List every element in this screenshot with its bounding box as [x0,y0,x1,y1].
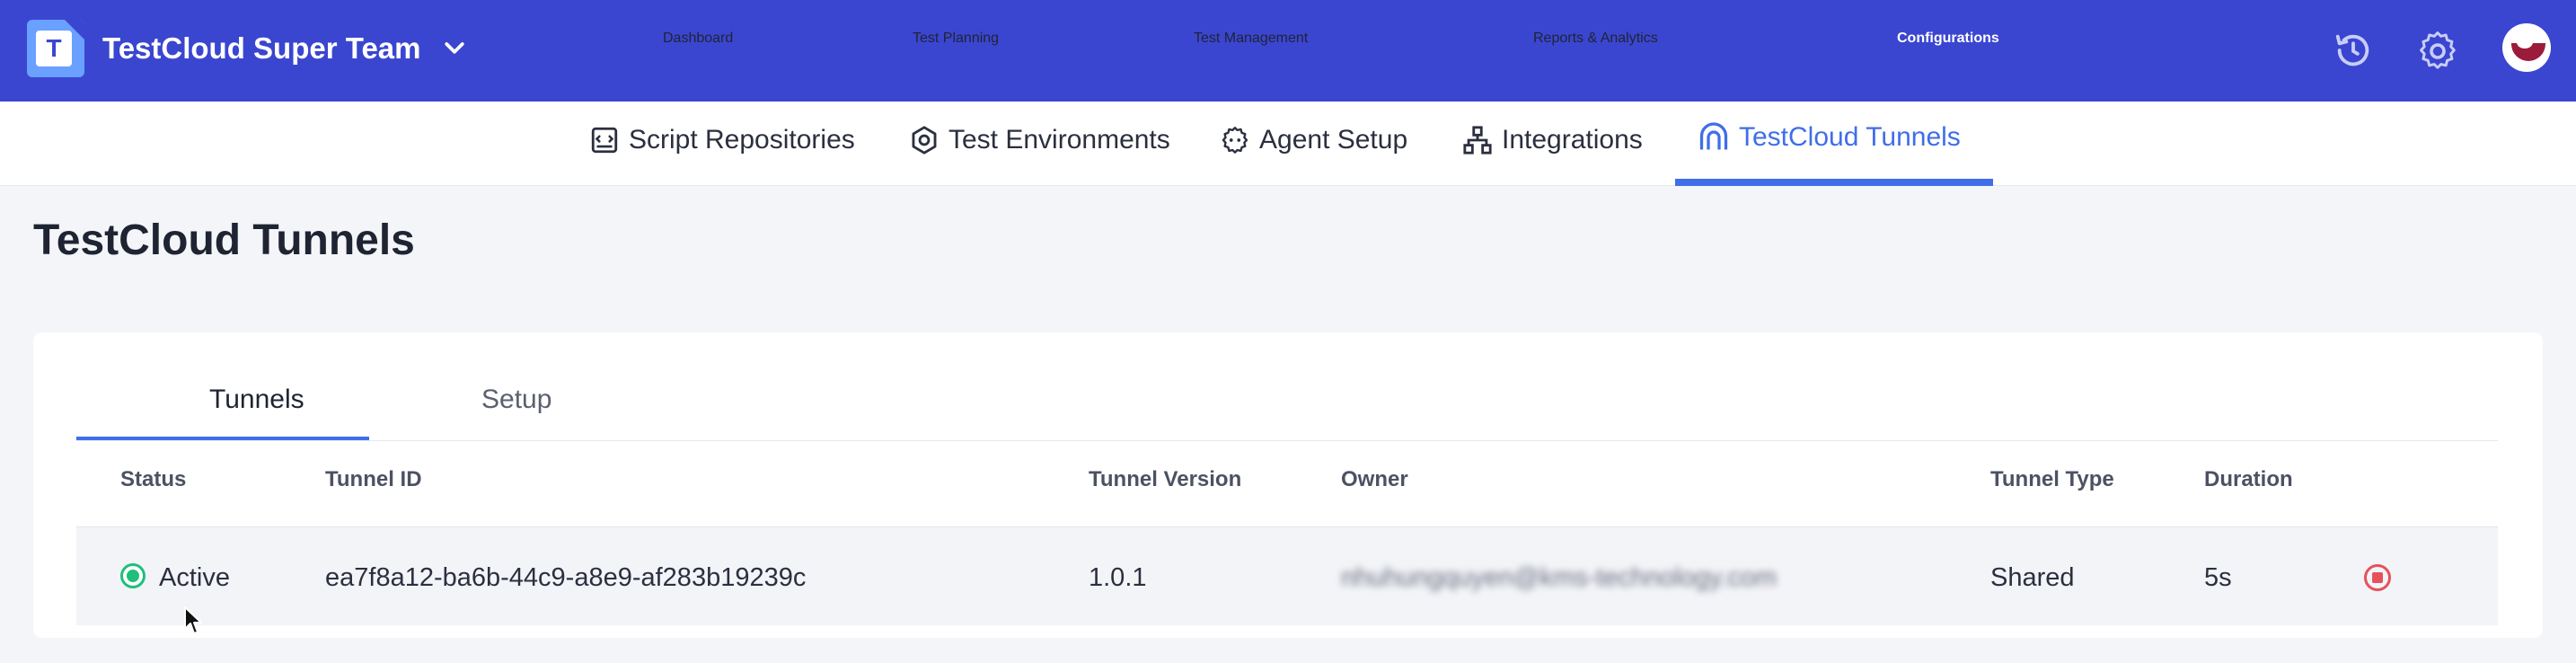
subnav-label: TestCloud Tunnels [1739,122,1961,152]
environment-icon [912,126,937,155]
subnav-label: Agent Setup [1259,125,1408,155]
top-navigation-bar: T TestCloud Super Team Dashboard Test Pl… [0,0,2576,102]
nav-test-management[interactable]: Test Management [1194,31,1308,47]
integrations-icon [1463,126,1492,155]
status-active-icon [120,563,146,588]
tunnels-card: Tunnels Setup Status Tunnel ID Tunnel Ve… [33,332,2543,638]
subnav-agent-setup[interactable]: Agent Setup [1220,125,1407,155]
subnav-test-environments[interactable]: Test Environments [909,125,1170,155]
subnav-label: Test Environments [948,125,1170,155]
subnav-script-repositories[interactable]: Script Repositories [589,125,855,155]
column-header-tunnel-version: Tunnel Version [1089,467,1242,491]
tab-tunnels[interactable]: Tunnels [209,385,304,415]
column-header-duration: Duration [2204,467,2293,491]
gear-icon[interactable] [2411,23,2465,77]
nav-dashboard[interactable]: Dashboard [663,31,733,47]
subnav-label: Integrations [1502,125,1643,155]
column-header-owner: Owner [1341,467,1408,491]
active-subnav-indicator [1675,179,1993,186]
agent-icon [1222,127,1248,154]
avatar[interactable] [2502,23,2551,72]
subnav-label: Script Repositories [629,125,855,155]
table-header: Status Tunnel ID Tunnel Version Owner Tu… [76,467,2498,499]
subnav-testcloud-tunnels[interactable]: TestCloud Tunnels [1698,121,1961,154]
stop-tunnel-button[interactable] [2364,564,2391,591]
chevron-down-icon [444,42,464,54]
mouse-cursor-icon [184,606,202,634]
tab-setup[interactable]: Setup [481,385,551,415]
nav-reports-analytics[interactable]: Reports & Analytics [1533,31,1658,47]
page-title: TestCloud Tunnels [33,217,415,264]
table-row[interactable]: Active ea7f8a12-ba6b-44c9-a8e9-af283b192… [76,526,2498,625]
tab-bar: Tunnels Setup [76,332,2498,442]
history-icon[interactable] [2326,23,2380,77]
script-repo-icon [591,127,618,154]
configurations-subnav: Script Repositories Test Environments Ag… [0,102,2576,186]
subnav-integrations[interactable]: Integrations [1462,125,1643,155]
team-switcher[interactable]: T TestCloud Super Team [27,20,468,77]
tunnel-id: ea7f8a12-ba6b-44c9-a8e9-af283b19239c [325,563,807,592]
column-header-tunnel-type: Tunnel Type [1990,467,2114,491]
nav-test-planning[interactable]: Test Planning [913,31,999,47]
column-header-tunnel-id: Tunnel ID [325,467,422,491]
status-text: Active [159,563,230,592]
tunnel-type: Shared [1990,563,2075,592]
tunnel-version: 1.0.1 [1089,563,1147,592]
duration: 5s [2204,563,2232,592]
nav-configurations[interactable]: Configurations [1897,31,1999,47]
tabs-divider [76,440,2498,441]
app-logo: T [27,20,84,77]
stop-icon [2372,572,2383,583]
owner-email: nhuhungquyen@kms-technology.com [1341,563,1778,592]
column-header-status: Status [120,467,187,491]
tunnel-icon [1699,122,1728,150]
team-name: TestCloud Super Team [102,31,421,65]
